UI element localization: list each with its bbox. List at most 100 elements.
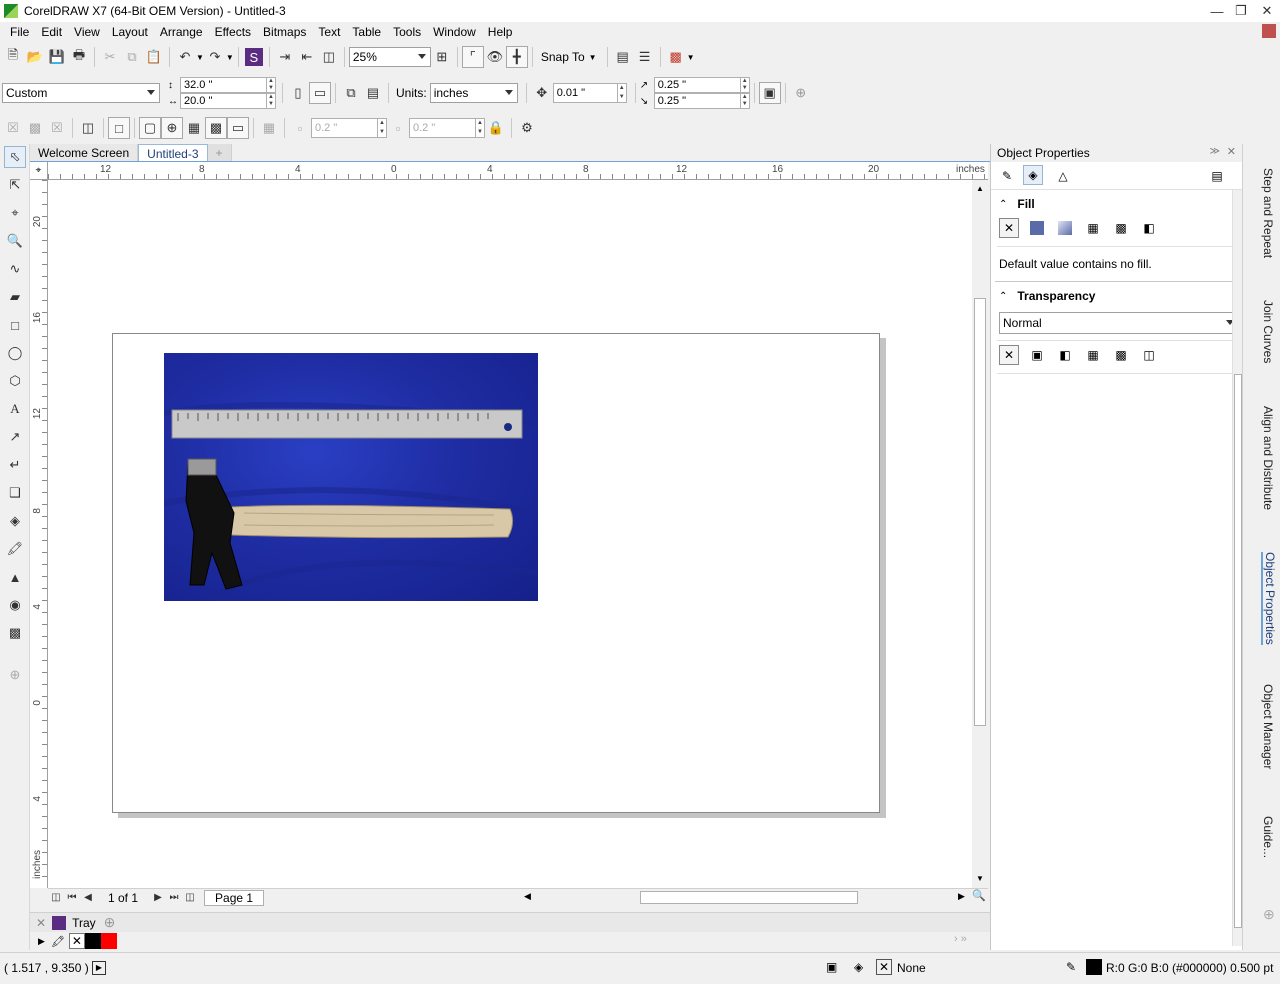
scroll-down-icon[interactable]: ▼ bbox=[976, 874, 984, 883]
side-tab-object-manager[interactable]: Object Manager bbox=[1261, 684, 1275, 769]
vector-pattern-fill-icon[interactable]: ▦ bbox=[1083, 218, 1103, 238]
tab-welcome-screen[interactable]: Welcome Screen bbox=[30, 144, 139, 162]
restore-button[interactable]: ❐ bbox=[1228, 0, 1254, 22]
parallel-dimension-tool-icon[interactable]: ↗ bbox=[4, 426, 26, 448]
side-tab-step-and-repeat[interactable]: Step and Repeat bbox=[1261, 168, 1275, 258]
smart-fill-tool-icon[interactable]: ▰ bbox=[4, 286, 26, 308]
docker-expand-icon[interactable]: ≫ bbox=[1210, 146, 1220, 157]
new-document-icon[interactable]: 🗎 bbox=[2, 46, 24, 68]
bitmap-pattern-transparency-icon[interactable]: ▩ bbox=[1111, 345, 1131, 365]
first-page-icon[interactable]: ⏮ bbox=[64, 887, 80, 909]
current-page-icon[interactable]: ▤ bbox=[362, 82, 384, 104]
horizontal-ruler[interactable]: 12 8 4 0 4 8 12 16 20 inches bbox=[48, 162, 988, 180]
application-launcher-icon[interactable]: ▩ bbox=[665, 46, 687, 68]
docker-menu-icon[interactable]: ▤ bbox=[1207, 166, 1227, 186]
minimize-button[interactable]: — bbox=[1204, 0, 1230, 22]
import-icon[interactable]: ⇥ bbox=[274, 46, 296, 68]
print-icon[interactable]: 🖶 bbox=[68, 46, 90, 68]
account-icon[interactable] bbox=[1262, 24, 1276, 38]
search-content-icon[interactable]: S bbox=[244, 48, 263, 66]
snap-to-button[interactable]: Snap To bbox=[537, 50, 589, 64]
menu-file[interactable]: File bbox=[4, 25, 35, 39]
fountain-fill-icon[interactable] bbox=[1055, 218, 1075, 238]
menu-bitmaps[interactable]: Bitmaps bbox=[257, 25, 312, 39]
margin-b-field[interactable]: 0.2 " ▲ ▼ bbox=[409, 118, 485, 138]
redo-dropdown-icon[interactable]: ▼ bbox=[226, 53, 234, 62]
interactive-fill-tool-icon[interactable]: ▲ bbox=[4, 566, 26, 588]
quick-customize-icon[interactable]: ⊕ bbox=[790, 82, 812, 104]
offset-icon[interactable]: ▦ bbox=[258, 117, 280, 139]
add-page-before-icon[interactable]: ◫ bbox=[48, 887, 64, 909]
prev-page-icon[interactable]: ◀ bbox=[80, 887, 96, 909]
vector-pattern-transparency-icon[interactable]: ▦ bbox=[1083, 345, 1103, 365]
menu-help[interactable]: Help bbox=[482, 25, 519, 39]
uniform-fill-icon[interactable] bbox=[1027, 218, 1047, 238]
margin-a-field[interactable]: 0.2 " ▲ ▼ bbox=[311, 118, 387, 138]
treat-as-filled-icon[interactable]: ▣ bbox=[758, 82, 781, 104]
snap-edge-icon[interactable]: ▢ bbox=[139, 117, 161, 139]
status-expand-icon[interactable]: ▶ bbox=[92, 961, 106, 975]
pick-tool-icon[interactable]: ⬁ bbox=[4, 146, 26, 168]
portrait-icon[interactable]: ▯ bbox=[287, 82, 309, 104]
menu-effects[interactable]: Effects bbox=[209, 25, 257, 39]
menu-view[interactable]: View bbox=[68, 25, 106, 39]
zoom-tool-icon[interactable]: 🔍 bbox=[4, 230, 26, 252]
docker-scrollbar[interactable] bbox=[1232, 190, 1242, 946]
transparency-collapse-icon[interactable]: ⌃ bbox=[999, 291, 1007, 302]
clear-icon-2[interactable]: ☒ bbox=[46, 117, 68, 139]
docker-close-icon[interactable]: ✕ bbox=[1227, 145, 1236, 158]
no-color-swatch[interactable]: ✕ bbox=[68, 933, 85, 949]
duplicate-x-field[interactable]: 0.25 " ▲ ▼ bbox=[653, 77, 750, 93]
open-folder-icon[interactable]: 📂 bbox=[24, 46, 46, 68]
show-rulers-icon[interactable]: ⌜ bbox=[461, 46, 484, 68]
smart-fill-icon[interactable]: ◉ bbox=[4, 594, 26, 616]
welcome-screen-icon[interactable]: ▤ bbox=[612, 46, 634, 68]
copy-icon[interactable]: ⧉ bbox=[121, 46, 143, 68]
vertical-ruler[interactable]: 20 16 12 8 4 0 4 inches bbox=[30, 180, 48, 888]
add-page-after-icon[interactable]: ◫ bbox=[182, 887, 198, 909]
menu-tools[interactable]: Tools bbox=[387, 25, 427, 39]
fill-none-swatch[interactable]: ✕ bbox=[876, 959, 892, 975]
all-pages-icon[interactable]: ⧉ bbox=[340, 82, 362, 104]
vertical-scrollbar[interactable]: ▲ ▼ bbox=[972, 180, 988, 888]
scroll-up-icon[interactable]: ▲ bbox=[976, 184, 984, 193]
transparency-mode-combo[interactable]: Normal bbox=[999, 312, 1239, 334]
snap-bbox-icon[interactable]: ▦ bbox=[183, 117, 205, 139]
menu-edit[interactable]: Edit bbox=[35, 25, 68, 39]
nudge-distance-field[interactable]: 0.01 " ▲ ▼ bbox=[552, 83, 627, 103]
snap-center-icon[interactable]: ⊕ bbox=[161, 117, 183, 139]
units-combo[interactable]: inches bbox=[429, 83, 518, 103]
color-eyedropper-tool-icon[interactable]: 🖍 bbox=[4, 538, 26, 560]
tab-untitled-3[interactable]: Untitled-3 bbox=[138, 144, 208, 162]
page-preset-combo[interactable]: Custom bbox=[2, 83, 160, 103]
quick-customize-tools-icon[interactable]: ⊕ bbox=[4, 664, 26, 686]
text-frame-icon[interactable]: ▩ bbox=[24, 117, 46, 139]
add-docker-icon[interactable]: ⊕ bbox=[1263, 906, 1275, 923]
zoom-navigator-icon[interactable]: 🔍 bbox=[972, 889, 986, 902]
last-page-icon[interactable]: ⏭ bbox=[166, 887, 182, 909]
red-swatch[interactable] bbox=[100, 933, 117, 949]
bitmap-pattern-fill-icon[interactable]: ▩ bbox=[1111, 218, 1131, 238]
docker-scroll-thumb[interactable] bbox=[1234, 374, 1242, 928]
connector-tool-icon[interactable]: ↵ bbox=[4, 454, 26, 476]
drop-shadow-tool-icon[interactable]: ❑ bbox=[4, 482, 26, 504]
palette-eyedropper-icon[interactable]: 🖍 bbox=[51, 935, 65, 948]
fill-tab-icon[interactable]: ◈ bbox=[1023, 165, 1043, 185]
menu-table[interactable]: Table bbox=[346, 25, 387, 39]
polygon-tool-icon[interactable]: ⬡ bbox=[4, 370, 26, 392]
undo-icon[interactable]: ↶ bbox=[174, 46, 196, 68]
snap-quadrant-icon[interactable]: ▭ bbox=[227, 117, 249, 139]
mesh-fill-tool-icon[interactable]: ▩ bbox=[4, 622, 26, 644]
outline-tab-icon[interactable]: ✎ bbox=[997, 166, 1017, 186]
fountain-transparency-icon[interactable]: ◧ bbox=[1055, 345, 1075, 365]
close-tray-icon[interactable]: ✕ bbox=[36, 916, 46, 930]
new-tab-icon[interactable]: + bbox=[207, 144, 232, 162]
freehand-tool-icon[interactable]: ∿ bbox=[4, 258, 26, 280]
publish-pdf-icon[interactable]: ◫ bbox=[318, 46, 340, 68]
redo-icon[interactable]: ↷ bbox=[204, 46, 226, 68]
cut-icon[interactable]: ✂ bbox=[99, 46, 121, 68]
transparency-tool-icon[interactable]: ◈ bbox=[4, 510, 26, 532]
horizontal-scrollbar[interactable]: ◀ ▶ 🔍 bbox=[518, 888, 988, 906]
options-icon[interactable]: ☰ bbox=[634, 46, 656, 68]
zoom-fit-icon[interactable]: ⊞ bbox=[431, 46, 453, 68]
